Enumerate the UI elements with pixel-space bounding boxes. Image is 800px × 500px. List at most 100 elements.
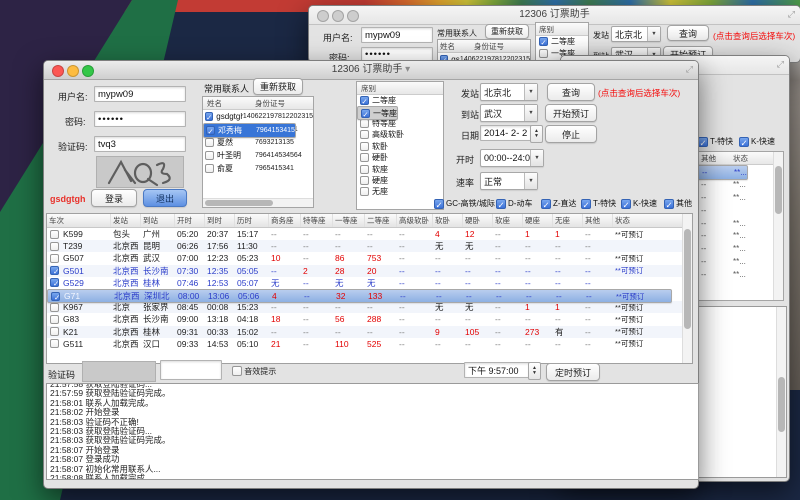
mw-table-row[interactable]: --**... — [697, 191, 783, 204]
checkbox-checked-icon[interactable]: ✓ — [206, 126, 215, 135]
table-header-发站[interactable]: 发站 — [111, 214, 141, 227]
fw-seat-item[interactable]: ✓二等座 — [357, 95, 443, 106]
train-row-T239[interactable]: T239北京西昆明06:2617:5611:30----------无无----… — [47, 240, 692, 252]
checkbox-unchecked-icon[interactable] — [205, 164, 214, 173]
table-header-其他[interactable]: 其他 — [583, 214, 613, 227]
table-header-到时[interactable]: 到时 — [205, 214, 235, 227]
checkbox-checked-icon[interactable]: ✓ — [698, 137, 708, 147]
bw-seat-item[interactable]: ✓二等座 — [536, 36, 588, 47]
table-header-高级软卧[interactable]: 高级软卧 — [397, 214, 433, 227]
table-header-硬座[interactable]: 硬座 — [523, 214, 553, 227]
resize-icon[interactable]: ⤢ — [777, 59, 784, 70]
checkbox-checked-icon[interactable]: ✓ — [50, 278, 59, 287]
contact-row[interactable]: 叶圣明796414534564 — [203, 149, 313, 162]
bw-search-button[interactable]: 查询 — [667, 25, 709, 41]
fw-seat-item[interactable]: 高级软卧 — [357, 129, 443, 140]
mw-table-row[interactable]: -- — [697, 204, 783, 217]
fw-seat-item[interactable]: 硬卧 — [357, 152, 443, 163]
fw-book-button[interactable]: 开始预订 — [545, 104, 597, 122]
table-header-开时[interactable]: 开时 — [175, 214, 205, 227]
checkbox-checked-icon[interactable]: ✓ — [50, 266, 59, 275]
fw-seat-item[interactable]: 无座 — [357, 186, 443, 197]
table-header-二等座[interactable]: 二等座 — [365, 214, 397, 227]
table-header-历时[interactable]: 历时 — [235, 214, 269, 227]
train-row-G501[interactable]: ✓G501北京西长沙南07:3012:3505:05--22820-------… — [47, 265, 692, 277]
checkbox-unchecked-icon[interactable] — [539, 49, 548, 58]
fw-date-stepper[interactable] — [480, 125, 532, 141]
fw-contacts-list[interactable]: 姓名 身份证号 ✓gsdgtgh140622197812202315✓邓秀梅79… — [202, 96, 314, 208]
scrollbar[interactable] — [773, 152, 783, 300]
train-row-K599[interactable]: K599包头广州05:2020:3715:17----------412--11… — [47, 228, 692, 240]
checkbox-unchecked-icon[interactable] — [205, 138, 214, 147]
front-window-titlebar[interactable]: 12306 订票助手 ▾ ⤢ — [44, 61, 698, 80]
fw-password-input[interactable] — [94, 111, 186, 127]
table-header-软座[interactable]: 软座 — [493, 214, 523, 227]
fw-seat-item[interactable]: ✓一等座 — [357, 106, 398, 119]
table-header-硬卧[interactable]: 硬卧 — [463, 214, 493, 227]
mw-table-row[interactable]: --**... — [697, 242, 783, 255]
train-row-G529[interactable]: ✓G529北京西桂林07:4612:5305:07无--无无----------… — [47, 277, 692, 289]
checkbox-checked-icon[interactable]: ✓ — [361, 109, 370, 118]
table-header-商务座[interactable]: 商务座 — [269, 214, 301, 227]
fw-login-button[interactable]: 登录 — [91, 189, 137, 207]
checkbox-checked-icon[interactable]: ✓ — [739, 137, 749, 147]
mw-table-row[interactable]: --**... — [697, 165, 748, 180]
fw-seat-item[interactable]: 软卧 — [357, 141, 443, 152]
fw-seat-item[interactable]: 软座 — [357, 163, 443, 174]
fw-timer-time-stepper[interactable] — [464, 362, 530, 378]
checkbox-checked-icon[interactable]: ✓ — [539, 37, 548, 46]
train-row-G511[interactable]: G511北京西汉口09:3314:5305:1021--110525------… — [47, 338, 692, 350]
fw-captcha-input[interactable] — [94, 136, 186, 152]
checkbox-unchecked-icon[interactable] — [360, 119, 369, 128]
mw-filter-T-特快[interactable]: ✓T-特快 — [698, 136, 733, 147]
fw-seat-list[interactable]: 席别 ✓二等座✓一等座商务座特等座高级软卧软卧硬卧软座硬座无座 — [356, 81, 444, 210]
fw-type-T-特快[interactable]: ✓T-特快 — [581, 198, 616, 209]
resize-icon[interactable]: ⤢ — [686, 64, 693, 75]
checkbox-unchecked-icon[interactable] — [50, 254, 59, 263]
fw-timer-book-button[interactable]: 定时预订 — [546, 363, 600, 381]
fw-search-button[interactable]: 查询 — [547, 83, 595, 101]
fw-sound-checkbox[interactable]: 音效提示 — [232, 366, 276, 377]
fw-logout-button[interactable]: 退出 — [143, 189, 187, 207]
mw-table-row[interactable]: --**... — [697, 229, 783, 242]
fw-type-其他[interactable]: ✓其他 — [664, 198, 692, 209]
fw-type-D-动车[interactable]: ✓D-动车 — [496, 198, 532, 209]
fw-time-select[interactable]: 00:00--24:00▼ — [480, 149, 544, 167]
scrollbar[interactable] — [776, 307, 786, 477]
fw-train-table[interactable]: 车次发站到站开时到时历时商务座特等座一等座二等座高级软卧软卧硬卧软座硬座无座其他… — [46, 213, 693, 364]
checkbox-checked-icon[interactable]: ✓ — [664, 199, 674, 209]
mw-table-row[interactable]: --**... — [697, 268, 783, 281]
train-row-K21[interactable]: K21北京西桂林09:3100:3315:02----------9105--2… — [47, 326, 692, 338]
table-header-一等座[interactable]: 一等座 — [333, 214, 365, 227]
contact-row[interactable]: ✓邓秀梅7964153415 — [203, 123, 296, 138]
title-dropdown-icon[interactable]: ▾ — [405, 64, 410, 75]
checkbox-unchecked-icon[interactable] — [360, 130, 369, 139]
checkbox-unchecked-icon[interactable] — [50, 230, 59, 239]
contact-row[interactable]: 俞夏7965415341 — [203, 162, 313, 175]
contact-row[interactable]: ✓gsdgtgh140622197812202315 — [203, 110, 313, 123]
checkbox-checked-icon[interactable]: ✓ — [360, 96, 369, 105]
checkbox-checked-icon[interactable]: ✓ — [496, 199, 506, 209]
table-header-车次[interactable]: 车次 — [47, 214, 111, 227]
table-header-特等座[interactable]: 特等座 — [301, 214, 333, 227]
train-row-G71[interactable]: ✓G71北京西深圳北08:0013:0605:064--32133-------… — [47, 289, 672, 303]
checkbox-unchecked-icon[interactable] — [360, 153, 369, 162]
bw-from-select[interactable]: 北京北▼ — [611, 26, 661, 42]
train-row-G83[interactable]: G83北京西长沙南09:0013:1804:1818--56288-------… — [47, 313, 692, 325]
fw-type-GC-高铁/城际[interactable]: ✓GC-高铁/城际 — [434, 198, 495, 209]
fw-seat-item[interactable]: 硬座 — [357, 175, 443, 186]
mw-table-row[interactable]: --**... — [697, 255, 783, 268]
table-header-软卧[interactable]: 软卧 — [433, 214, 463, 227]
table-header-无座[interactable]: 无座 — [553, 214, 583, 227]
checkbox-checked-icon[interactable]: ✓ — [205, 112, 213, 121]
fw-to-select[interactable]: 武汉▼ — [480, 104, 538, 122]
train-row-G507[interactable]: G507北京西武汉07:0012:2305:2310--86753-------… — [47, 252, 692, 264]
bw-refresh-button[interactable]: 重新获取 — [485, 24, 529, 39]
fw-type-K-快速[interactable]: ✓K-快速 — [621, 198, 657, 209]
front-window[interactable]: 12306 订票助手 ▾ ⤢ 用户名: 密码: 验证码: gsdgtgh 登录 … — [43, 60, 699, 489]
bw-username-input[interactable] — [361, 27, 433, 43]
fw-log-box[interactable]: 21:57:58 获取登陆验证码...21:57:59 获取登陆验证码完成。21… — [46, 383, 699, 480]
checkbox-unchecked-icon[interactable] — [360, 165, 369, 174]
checkbox-unchecked-icon[interactable] — [50, 242, 59, 251]
checkbox-checked-icon[interactable]: ✓ — [581, 199, 591, 209]
